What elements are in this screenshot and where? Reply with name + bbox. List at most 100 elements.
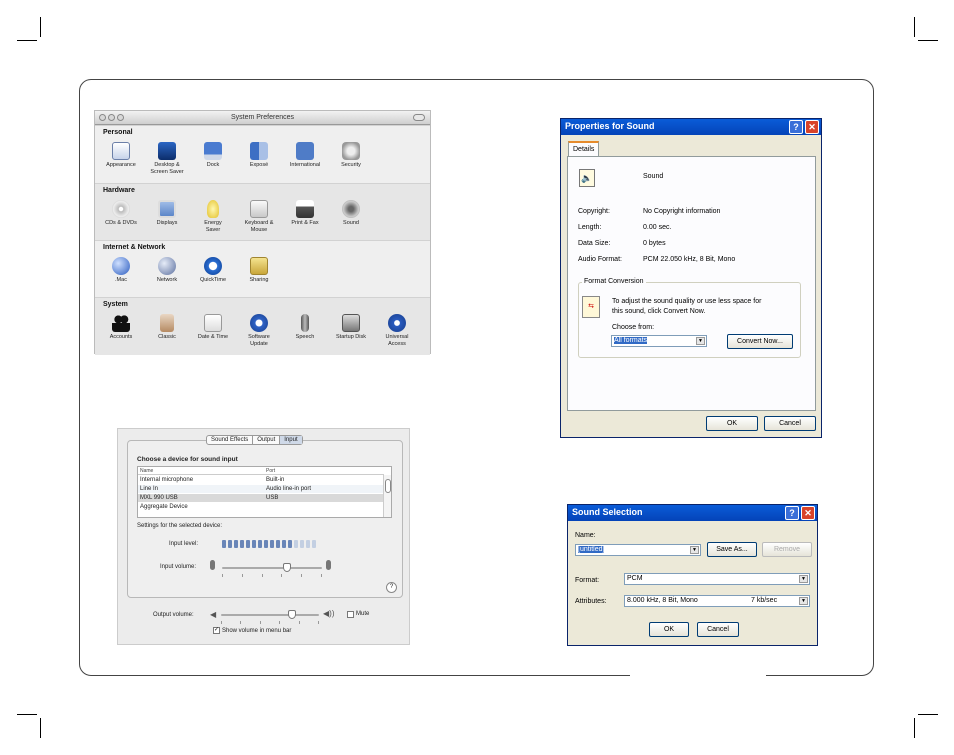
pref-appearance[interactable]: Appearance — [98, 142, 144, 169]
pref-expose[interactable]: Exposé — [236, 142, 282, 169]
help-button[interactable]: ? — [386, 582, 397, 593]
close-button[interactable]: ✕ — [801, 506, 815, 520]
table-row[interactable]: Aggregate Device — [138, 503, 384, 511]
tab-details[interactable]: Details — [568, 141, 600, 157]
ok-button[interactable]: OK — [706, 416, 758, 431]
window-titlebar: System Preferences — [95, 111, 430, 125]
pref-international[interactable]: International — [282, 142, 328, 169]
network-globe-icon — [158, 257, 176, 275]
display-icon — [158, 200, 176, 218]
field-label: Length: — [578, 224, 602, 231]
globe-icon — [112, 257, 130, 275]
conversion-text: To adjust the sound quality or use less … — [612, 298, 762, 305]
pref-displays[interactable]: Displays — [144, 200, 190, 227]
speaker-high-icon: ◀)) — [323, 609, 335, 618]
dropdown-arrow-icon[interactable]: ▼ — [799, 575, 808, 583]
dropdown-arrow-icon[interactable]: ▼ — [690, 546, 699, 554]
remove-button[interactable]: Remove — [762, 542, 812, 557]
field-value: No Copyright information — [643, 208, 721, 215]
pref-classic[interactable]: Classic — [144, 314, 190, 341]
attributes-select[interactable]: 8.000 kHz, 8 Bit, Mono 7 kb/sec ▼ — [624, 595, 810, 607]
section-title: Personal — [103, 129, 133, 136]
format-select[interactable]: PCM ▼ — [624, 573, 810, 585]
keyboard-mouse-icon — [250, 200, 268, 218]
dialog-title: Sound Selection — [572, 507, 643, 517]
tab-input[interactable]: Input — [280, 436, 302, 444]
pref-quicktime[interactable]: QuickTime — [190, 257, 236, 284]
name-select[interactable]: [untitled] ▼ — [575, 544, 701, 556]
file-name: Sound — [643, 173, 664, 180]
table-row[interactable]: Line In Audio line-in port — [138, 485, 384, 493]
output-volume-ticks — [221, 621, 319, 624]
pref-security[interactable]: Security — [328, 142, 374, 169]
input-volume-label: Input volume: — [160, 564, 197, 570]
help-button[interactable]: ? — [789, 120, 803, 134]
field-label: Audio Format: — [578, 256, 622, 263]
level-segment — [294, 540, 298, 548]
pref-software-update[interactable]: Software Update — [236, 314, 282, 348]
microphone-low-icon — [210, 560, 215, 570]
column-port[interactable]: Port — [266, 467, 275, 475]
input-volume-slider[interactable] — [283, 563, 291, 572]
cancel-button[interactable]: Cancel — [697, 622, 739, 637]
level-segment — [264, 540, 268, 548]
close-button[interactable]: ✕ — [805, 120, 819, 134]
dropdown-arrow-icon[interactable]: ▼ — [799, 597, 808, 605]
pref-universal-access[interactable]: Universal Access — [374, 314, 420, 348]
attributes-label: Attributes: — [575, 598, 607, 605]
toolbar-toggle-button[interactable] — [413, 114, 425, 121]
classic-mac-icon — [160, 314, 174, 332]
pref-cds-dvds[interactable]: CDs & DVDs — [98, 200, 144, 227]
section-title: Internet & Network — [103, 244, 166, 251]
pref-desktop[interactable]: Desktop & Screen Saver — [144, 142, 190, 176]
window-title: System Preferences — [230, 114, 295, 121]
pref-energy-saver[interactable]: Energy Saver — [190, 200, 236, 234]
microphone-high-icon — [326, 560, 331, 570]
device-heading: Choose a device for sound input — [137, 456, 238, 463]
settings-label: Settings for the selected device: — [137, 523, 223, 529]
desktop-icon — [158, 142, 176, 160]
input-level-label: Input level: — [169, 541, 199, 547]
crop-mark — [17, 40, 37, 41]
help-button[interactable]: ? — [785, 506, 799, 520]
pref-date-time[interactable]: Date & Time — [190, 314, 236, 341]
crop-mark — [17, 714, 37, 715]
table-row[interactable]: Internal microphone Built-in — [138, 476, 384, 484]
pref-startup-disk[interactable]: Startup Disk — [328, 314, 374, 341]
field-label: Copyright: — [578, 208, 610, 215]
pref-network[interactable]: Network — [144, 257, 190, 284]
dropdown-arrow-icon[interactable]: ▼ — [696, 337, 705, 345]
show-volume-checkbox[interactable]: ✓ — [213, 627, 220, 634]
tab-sound-effects[interactable]: Sound Effects — [207, 436, 254, 444]
system-preferences-window: System Preferences Personal Appearance D… — [94, 110, 431, 355]
save-as-button[interactable]: Save As... — [707, 542, 757, 557]
level-segment — [288, 540, 292, 548]
input-level-meter — [222, 540, 316, 548]
sound-input-pane: Sound Effects Output Input Choose a devi… — [117, 428, 410, 645]
pref-sound[interactable]: Sound — [328, 200, 374, 227]
mute-checkbox[interactable] — [347, 611, 354, 618]
table-header: Name Port — [138, 467, 384, 475]
pref-speech[interactable]: Speech — [282, 314, 328, 341]
output-volume-track[interactable] — [221, 614, 319, 616]
pref-mac[interactable]: .Mac — [98, 257, 144, 284]
sharing-folder-icon — [250, 257, 268, 275]
cancel-button[interactable]: Cancel — [764, 416, 816, 431]
segmented-tabs: Sound Effects Output Input — [206, 435, 303, 445]
pref-print-fax[interactable]: Print & Fax — [282, 200, 328, 227]
choose-from-select[interactable]: All formats ▼ — [611, 335, 707, 347]
input-volume-track[interactable] — [222, 567, 322, 569]
pref-accounts[interactable]: Accounts — [98, 314, 144, 341]
pref-dock[interactable]: Dock — [190, 142, 236, 169]
output-volume-slider[interactable] — [287, 610, 296, 619]
scrollbar-thumb[interactable] — [385, 479, 391, 493]
table-row-selected[interactable]: MXL 990 USB USB — [138, 494, 384, 502]
pref-sharing[interactable]: Sharing — [236, 257, 282, 284]
column-name[interactable]: Name — [140, 467, 153, 475]
ok-button[interactable]: OK — [649, 622, 689, 637]
name-label: Name: — [575, 532, 596, 539]
convert-now-button[interactable]: Convert Now... — [727, 334, 793, 349]
pref-keyboard-mouse[interactable]: Keyboard & Mouse — [236, 200, 282, 234]
tab-output[interactable]: Output — [253, 436, 281, 444]
table-scrollbar[interactable] — [383, 475, 391, 517]
